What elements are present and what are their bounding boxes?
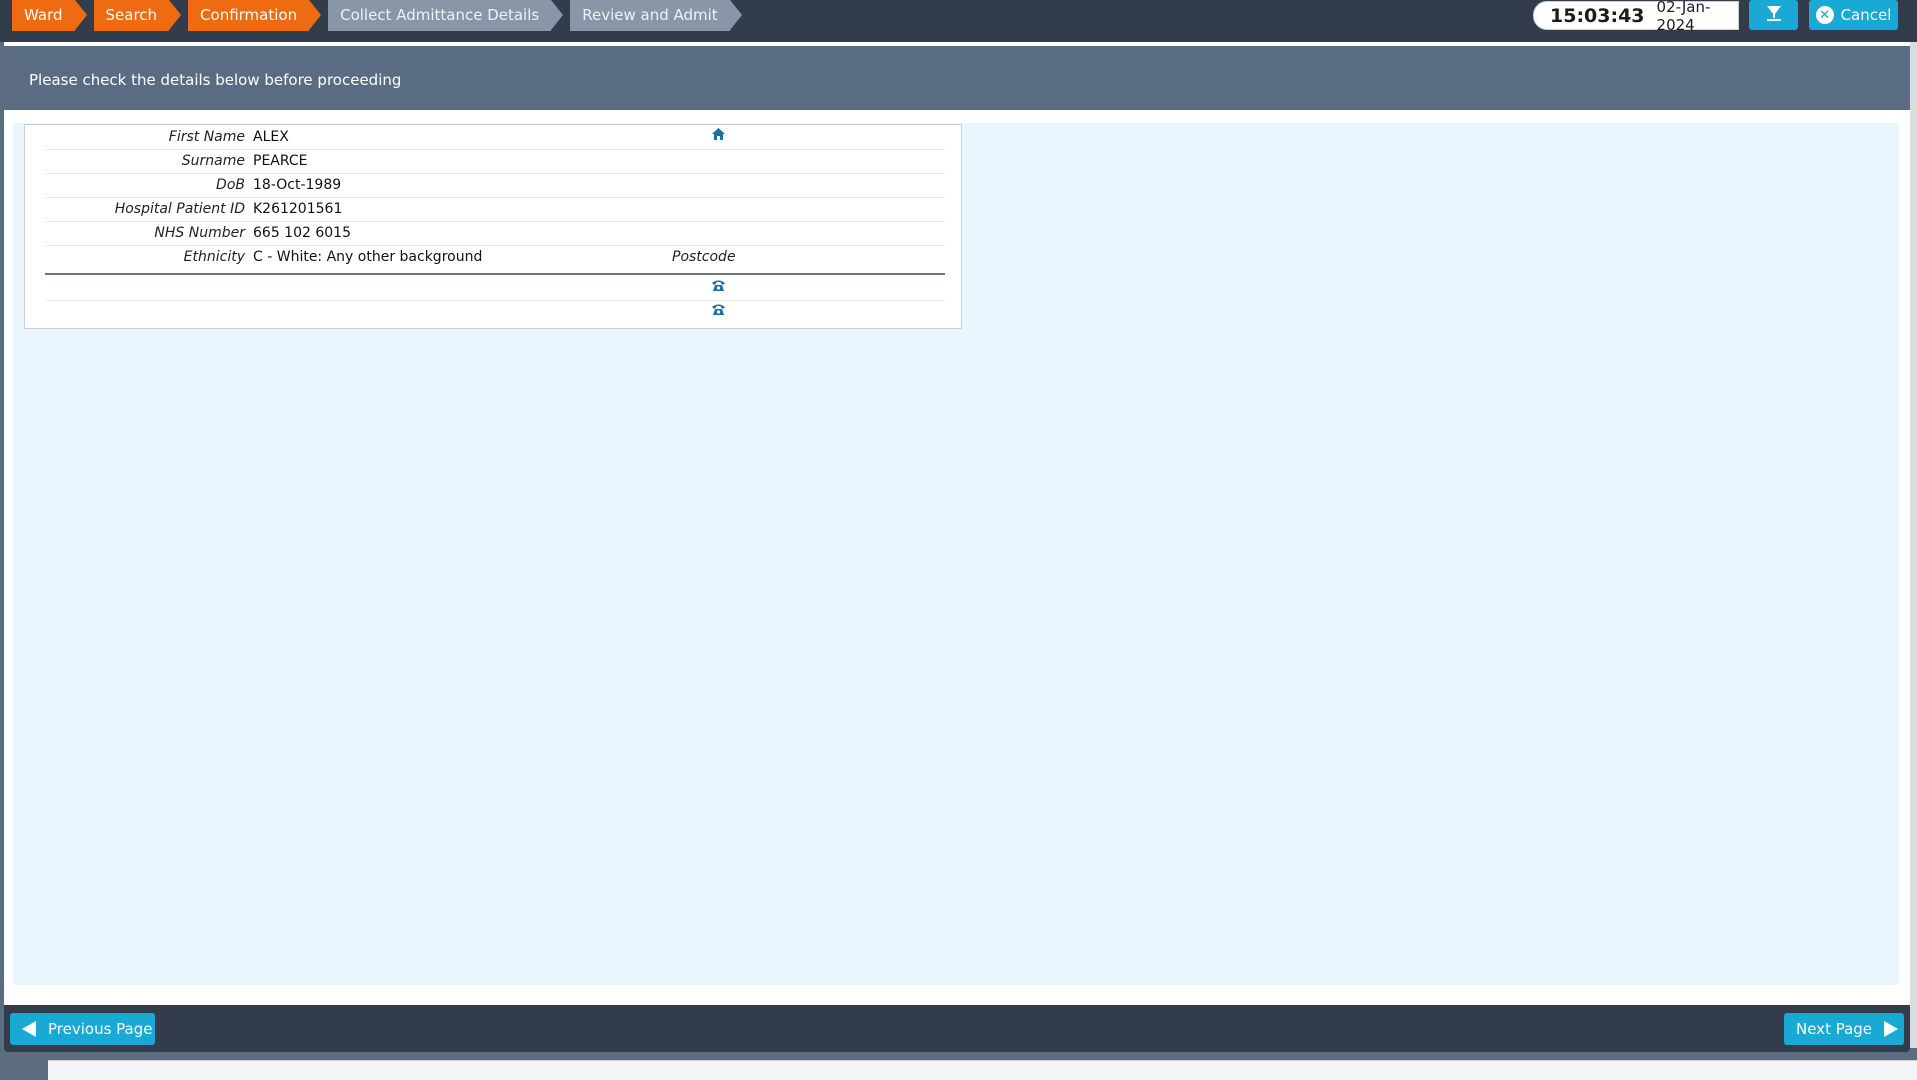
arrow-right-icon <box>1884 1021 1899 1037</box>
field-label: Ethnicity <box>183 249 245 265</box>
clock-display: 15:03:43 02-Jan-2024 <box>1533 0 1739 34</box>
phone-icon <box>711 278 726 296</box>
breadcrumb: Ward Search Confirmation Collect Admitta… <box>12 0 749 31</box>
section-divider <box>45 273 945 275</box>
field-value: PEARCE <box>253 153 308 169</box>
field-value: 665 102 6015 <box>253 225 351 241</box>
field-label: Hospital Patient ID <box>114 201 245 217</box>
breadcrumb-review-and-admit: Review and Admit <box>570 0 743 31</box>
clock-date: 02-Jan-2024 <box>1656 0 1711 34</box>
scrollbar[interactable] <box>1910 42 1917 1048</box>
breadcrumb-ward[interactable]: Ward <box>12 0 86 31</box>
patient-row-dob: DoB 18-Oct-1989 <box>45 173 945 198</box>
next-page-button[interactable]: Next Page <box>1784 1013 1904 1045</box>
breadcrumb-label: Confirmation <box>200 6 298 24</box>
patient-row-hospital-patient-id: Hospital Patient ID K261201561 <box>45 197 945 222</box>
breadcrumb-search[interactable]: Search <box>93 0 181 31</box>
patient-details-card: First Name ALEX Surname PEARCE DoB 18-Oc… <box>24 124 962 329</box>
phone-icon <box>711 302 726 320</box>
content-area: First Name ALEX Surname PEARCE DoB 18-Oc… <box>13 123 1899 985</box>
next-page-label: Next Page <box>1796 1020 1873 1038</box>
breadcrumb-label: Search <box>105 6 158 24</box>
field-label: Surname <box>181 153 245 169</box>
field-value: K261201561 <box>253 201 343 217</box>
filter-down-icon <box>1765 4 1783 26</box>
footer-bar: Previous Page Next Page <box>4 1005 1910 1052</box>
field-value: 18-Oct-1989 <box>253 177 342 193</box>
phone-row <box>45 276 945 301</box>
clock-time: 15:03:43 <box>1550 4 1645 27</box>
field-value: ALEX <box>253 129 289 145</box>
field-value: C - White: Any other background <box>253 249 483 265</box>
previous-page-button[interactable]: Previous Page <box>10 1013 155 1045</box>
breadcrumb-label: Review and Admit <box>582 6 718 24</box>
patient-row-ethnicity: Ethnicity C - White: Any other backgroun… <box>45 245 945 269</box>
patient-row-first-name: First Name ALEX <box>45 125 945 150</box>
close-circle-icon: ✕ <box>1815 6 1834 24</box>
field-label: NHS Number <box>154 225 245 241</box>
breadcrumb-label: Ward <box>24 6 63 24</box>
instruction-band: Please check the details below before pr… <box>4 46 1910 110</box>
postcode-label: Postcode <box>672 249 736 265</box>
instruction-message: Please check the details below before pr… <box>29 71 402 89</box>
bottom-strip <box>48 1060 1917 1080</box>
cancel-label: Cancel <box>1840 6 1892 24</box>
cancel-button[interactable]: ✕ Cancel <box>1809 0 1898 30</box>
field-label: DoB <box>216 177 245 193</box>
patient-row-surname: Surname PEARCE <box>45 149 945 174</box>
top-bar: Ward Search Confirmation Collect Admitta… <box>0 0 1917 42</box>
main-panel: Please check the details below before pr… <box>4 42 1910 1048</box>
breadcrumb-collect-admittance-details: Collect Admittance Details <box>328 0 564 31</box>
filter-button[interactable] <box>1749 0 1798 30</box>
home-icon <box>711 127 726 145</box>
phone-row <box>45 300 945 324</box>
patient-row-nhs-number: NHS Number 665 102 6015 <box>45 221 945 246</box>
breadcrumb-label: Collect Admittance Details <box>340 6 540 24</box>
breadcrumb-confirmation[interactable]: Confirmation <box>188 0 322 31</box>
field-label: First Name <box>168 129 245 145</box>
previous-page-label: Previous Page <box>48 1020 153 1038</box>
arrow-left-icon <box>22 1021 36 1037</box>
